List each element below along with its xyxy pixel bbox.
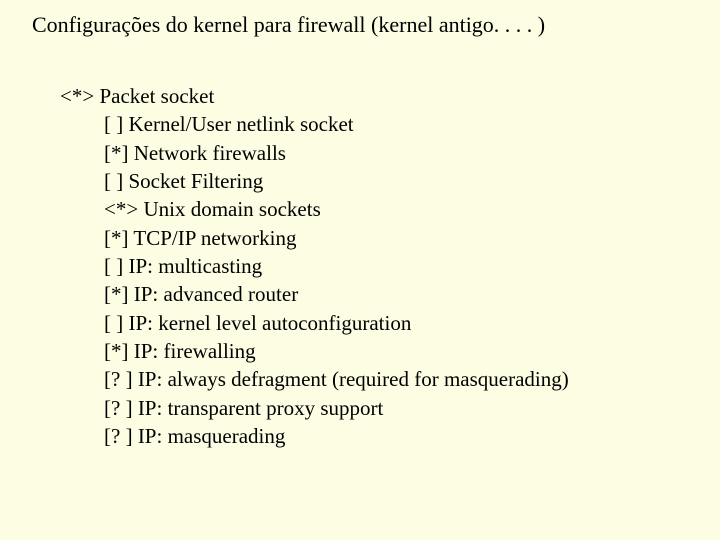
- config-option: <*> Packet socket: [60, 82, 700, 110]
- config-option: [*] TCP/IP networking: [104, 224, 700, 252]
- option-label: IP: advanced router: [134, 282, 298, 306]
- option-label: IP: kernel level autoconfiguration: [129, 311, 412, 335]
- option-label: Unix domain sockets: [143, 197, 320, 221]
- option-label: Socket Filtering: [129, 169, 264, 193]
- option-marker: [? ]: [104, 367, 133, 391]
- config-option: [? ] IP: always defragment (required for…: [104, 365, 700, 393]
- config-option: [ ] IP: kernel level autoconfiguration: [104, 309, 700, 337]
- config-option: [*] Network firewalls: [104, 139, 700, 167]
- option-marker: [ ]: [104, 254, 123, 278]
- option-label: IP: transparent proxy support: [138, 396, 384, 420]
- option-label: IP: multicasting: [129, 254, 263, 278]
- kernel-config-list: <*> Packet socket[ ] Kernel/User netlink…: [60, 82, 700, 450]
- config-option: [? ] IP: masquerading: [104, 422, 700, 450]
- config-option: [ ] Kernel/User netlink socket: [104, 110, 700, 138]
- option-marker: [ ]: [104, 112, 123, 136]
- option-marker: [*]: [104, 226, 129, 250]
- config-option: [? ] IP: transparent proxy support: [104, 394, 700, 422]
- config-option: [ ] IP: multicasting: [104, 252, 700, 280]
- option-label: IP: firewalling: [134, 339, 256, 363]
- option-marker: [*]: [104, 141, 129, 165]
- config-option: [ ] Socket Filtering: [104, 167, 700, 195]
- option-marker: <*>: [60, 84, 94, 108]
- option-label: Network firewalls: [134, 141, 286, 165]
- config-option: [*] IP: firewalling: [104, 337, 700, 365]
- slide-title: Configurações do kernel para firewall (k…: [32, 12, 700, 38]
- option-label: IP: always defragment (required for masq…: [138, 367, 569, 391]
- slide: Configurações do kernel para firewall (k…: [0, 0, 720, 470]
- option-label: Kernel/User netlink socket: [129, 112, 354, 136]
- option-marker: [ ]: [104, 169, 123, 193]
- config-option: <*> Unix domain sockets: [104, 195, 700, 223]
- option-label: IP: masquerading: [138, 424, 286, 448]
- option-marker: <*>: [104, 197, 138, 221]
- option-marker: [*]: [104, 282, 129, 306]
- option-marker: [? ]: [104, 424, 133, 448]
- option-marker: [ ]: [104, 311, 123, 335]
- option-marker: [? ]: [104, 396, 133, 420]
- config-option: [*] IP: advanced router: [104, 280, 700, 308]
- option-marker: [*]: [104, 339, 129, 363]
- option-label: TCP/IP networking: [133, 226, 296, 250]
- option-label: Packet socket: [99, 84, 214, 108]
